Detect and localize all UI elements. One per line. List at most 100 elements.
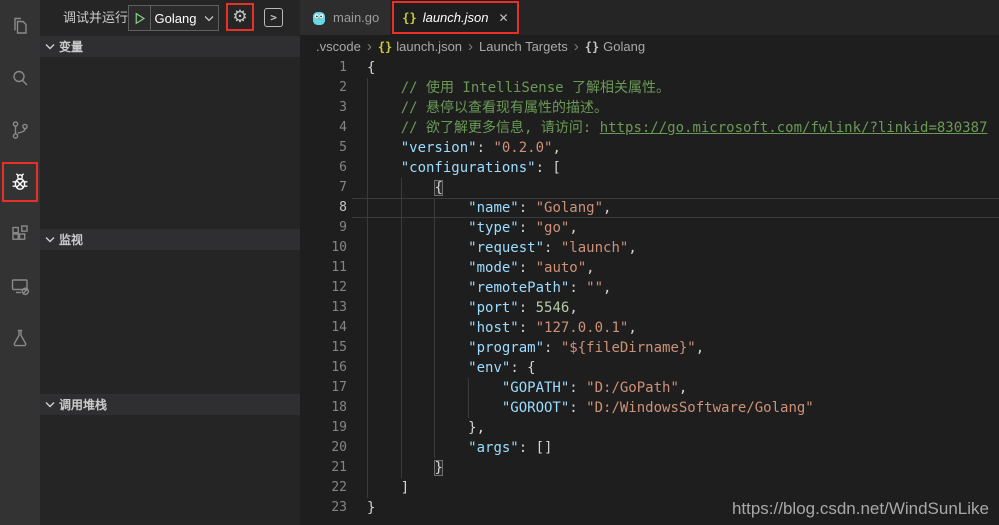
code-token: :: [544, 240, 561, 256]
code-line[interactable]: 1{: [300, 58, 999, 78]
code-line[interactable]: 8 "name": "Golang",: [300, 198, 999, 218]
code-line[interactable]: 6 "configurations": [: [300, 158, 999, 178]
code-line[interactable]: 21 }: [300, 458, 999, 478]
code-line[interactable]: 14 "host": "127.0.0.1",: [300, 318, 999, 338]
debug-console-icon[interactable]: >: [264, 8, 283, 27]
code-line[interactable]: 16 "env": {: [300, 358, 999, 378]
code-token: :: [544, 340, 561, 356]
line-content: "GOROOT": "D:/WindowsSoftware/Golang": [347, 398, 999, 418]
line-number[interactable]: 9: [300, 218, 347, 238]
code-token: }: [434, 460, 442, 476]
line-number[interactable]: 5: [300, 138, 347, 158]
remote-monitor-icon: [8, 274, 32, 298]
code-line[interactable]: 17 "GOPATH": "D:/GoPath",: [300, 378, 999, 398]
code-text: // 欲了解更多信息, 请访问: https://go.microsoft.co…: [367, 120, 987, 136]
line-number[interactable]: 8: [300, 198, 347, 218]
line-number[interactable]: 21: [300, 458, 347, 478]
section-header-watch[interactable]: 监视: [40, 229, 300, 250]
breadcrumb-item-launch-json[interactable]: {} launch.json: [378, 39, 462, 54]
code-line[interactable]: 18 "GOROOT": "D:/WindowsSoftware/Golang": [300, 398, 999, 418]
code-line[interactable]: 20 "args": []: [300, 438, 999, 458]
line-number[interactable]: 20: [300, 438, 347, 458]
code-token[interactable]: https://go.microsoft.com/fwlink/?linkid=…: [600, 120, 988, 136]
indent-guide: [367, 138, 368, 158]
indent-guide: [434, 238, 435, 258]
line-number[interactable]: 17: [300, 378, 347, 398]
line-number[interactable]: 14: [300, 318, 347, 338]
line-number[interactable]: 15: [300, 338, 347, 358]
line-number[interactable]: 16: [300, 358, 347, 378]
code-token: ,: [586, 260, 594, 276]
tab-launch-json[interactable]: {} launch.json ✕: [391, 0, 519, 35]
extensions-icon: [8, 222, 32, 246]
debug-config-dropdown[interactable]: Golang: [128, 5, 219, 31]
code-line[interactable]: 3 // 悬停以查看现有属性的描述。: [300, 98, 999, 118]
code-line[interactable]: 22 ]: [300, 478, 999, 498]
section-header-call-stack[interactable]: 调用堆栈: [40, 394, 300, 415]
line-number[interactable]: 7: [300, 178, 347, 198]
line-content: "configurations": [: [347, 158, 999, 178]
code-token: ,: [603, 280, 611, 296]
code-line[interactable]: 5 "version": "0.2.0",: [300, 138, 999, 158]
code-line[interactable]: 7 {: [300, 178, 999, 198]
indent-guide: [434, 278, 435, 298]
start-debug-button[interactable]: [129, 6, 151, 30]
line-number[interactable]: 22: [300, 478, 347, 498]
code-token: "version": [401, 140, 477, 156]
indent-guide: [367, 458, 368, 478]
gear-icon[interactable]: ⚙: [232, 9, 247, 26]
code-line[interactable]: 13 "port": 5546,: [300, 298, 999, 318]
files-icon: [8, 14, 32, 38]
vscode-window: 调试并运行 Golang ⚙ > 变量 监视: [0, 0, 999, 525]
code-text: "port": 5546,: [367, 300, 578, 316]
code-line[interactable]: 9 "type": "go",: [300, 218, 999, 238]
line-number[interactable]: 10: [300, 238, 347, 258]
line-number[interactable]: 3: [300, 98, 347, 118]
code-token: "type": [468, 220, 519, 236]
code-token: 5546: [536, 300, 570, 316]
indent-guide: [401, 458, 402, 478]
line-number[interactable]: 13: [300, 298, 347, 318]
sidebar-item-explorer[interactable]: [0, 0, 40, 52]
section-header-variables[interactable]: 变量: [40, 36, 300, 57]
code-token: ,: [628, 240, 636, 256]
indent-guide: [468, 378, 469, 398]
sidebar-item-remote-explorer[interactable]: [0, 260, 40, 312]
tab-main-go[interactable]: main.go: [300, 0, 391, 35]
breadcrumb-item-golang[interactable]: {} Golang: [585, 39, 645, 54]
breadcrumb-item-launch-targets[interactable]: Launch Targets: [479, 39, 568, 54]
search-icon: [8, 66, 32, 90]
code-token: ,: [552, 140, 560, 156]
sidebar-item-testing[interactable]: [0, 312, 40, 364]
sidebar-item-search[interactable]: [0, 52, 40, 104]
sidebar-item-source-control[interactable]: [0, 104, 40, 156]
indent-guide: [367, 98, 368, 118]
debug-toolbar-title: 调试并运行: [63, 0, 128, 35]
code-line[interactable]: 15 "program": "${fileDirname}",: [300, 338, 999, 358]
line-number[interactable]: 4: [300, 118, 347, 138]
line-content: // 使用 IntelliSense 了解相关属性。: [347, 78, 999, 98]
line-number[interactable]: 12: [300, 278, 347, 298]
code-line[interactable]: 12 "remotePath": "",: [300, 278, 999, 298]
line-number[interactable]: 6: [300, 158, 347, 178]
breadcrumb-item-vscode[interactable]: .vscode: [316, 39, 361, 54]
line-number[interactable]: 2: [300, 78, 347, 98]
section-label: 调用堆栈: [59, 396, 107, 413]
line-number[interactable]: 19: [300, 418, 347, 438]
line-number[interactable]: 18: [300, 398, 347, 418]
close-icon[interactable]: ✕: [498, 11, 508, 25]
code-line[interactable]: 4 // 欲了解更多信息, 请访问: https://go.microsoft.…: [300, 118, 999, 138]
line-number[interactable]: 11: [300, 258, 347, 278]
code-line[interactable]: 10 "request": "launch",: [300, 238, 999, 258]
line-number[interactable]: 23: [300, 498, 347, 518]
indent-guide: [401, 198, 402, 218]
sidebar-item-extensions[interactable]: [0, 208, 40, 260]
code-line[interactable]: 11 "mode": "auto",: [300, 258, 999, 278]
code-line[interactable]: 2 // 使用 IntelliSense 了解相关属性。: [300, 78, 999, 98]
code-line[interactable]: 19 },: [300, 418, 999, 438]
line-number[interactable]: 1: [300, 58, 347, 78]
code-token: "0.2.0": [493, 140, 552, 156]
sidebar-item-run-and-debug[interactable]: [0, 156, 40, 208]
watermark: https://blog.csdn.net/WindSunLike: [732, 499, 989, 519]
object-braces-icon: {}: [585, 40, 599, 54]
